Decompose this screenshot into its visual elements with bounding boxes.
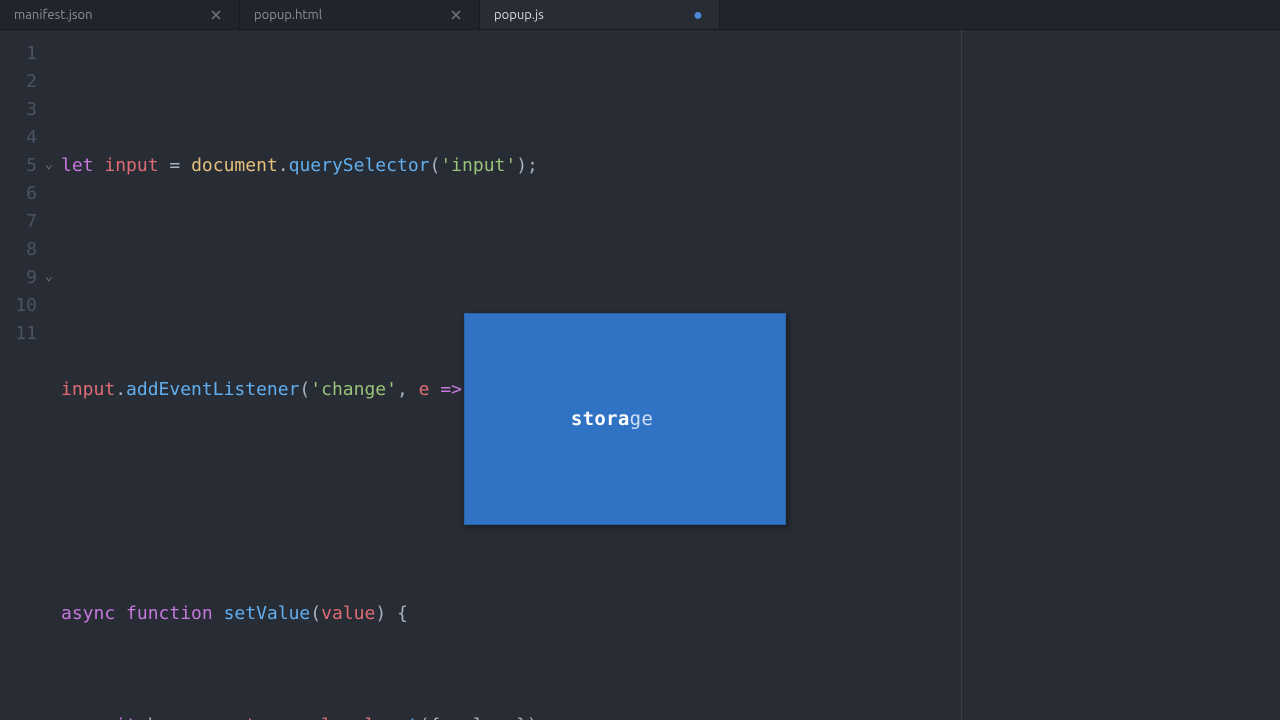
modified-icon[interactable]: ● [691, 8, 705, 22]
code-line[interactable]: await browser.storage.local.set({ value … [55, 712, 1280, 720]
autocomplete-item[interactable]: storage [465, 370, 785, 468]
line-number: 6 [0, 180, 55, 208]
tab-label: popup.js [494, 8, 691, 22]
line-number-gutter: 1 2 3 4 5 6 7 8 9 10 11 [0, 30, 55, 720]
line-number: 4 [0, 124, 55, 152]
line-number[interactable]: 5 [0, 152, 55, 180]
autocomplete-matched: stora [571, 408, 630, 430]
autocomplete-rest: ge [630, 408, 653, 430]
code-line[interactable]: async function setValue(value) { [55, 600, 1280, 628]
autocomplete-popup[interactable]: storage [464, 313, 786, 525]
tab-label: manifest.json [14, 8, 211, 22]
tab-popup-html[interactable]: popup.html [240, 0, 480, 29]
line-number: 10 [0, 292, 55, 320]
line-number: 8 [0, 236, 55, 264]
close-icon[interactable] [211, 10, 225, 20]
tab-manifest[interactable]: manifest.json [0, 0, 240, 29]
line-number: 1 [0, 40, 55, 68]
line-number: 7 [0, 208, 55, 236]
line-number: 3 [0, 96, 55, 124]
tab-label: popup.html [254, 8, 451, 22]
editor: 1 2 3 4 5 6 7 8 9 10 11 let input = docu… [0, 30, 1280, 720]
line-number[interactable]: 9 [0, 264, 55, 292]
line-number: 2 [0, 68, 55, 96]
tab-popup-js[interactable]: popup.js ● [480, 0, 720, 29]
code-area[interactable]: let input = document.querySelector('inpu… [55, 30, 1280, 720]
line-number: 11 [0, 320, 55, 348]
code-line[interactable] [55, 264, 1280, 292]
tab-bar: manifest.json popup.html popup.js ● [0, 0, 1280, 30]
close-icon[interactable] [451, 10, 465, 20]
code-line[interactable]: let input = document.querySelector('inpu… [55, 152, 1280, 180]
